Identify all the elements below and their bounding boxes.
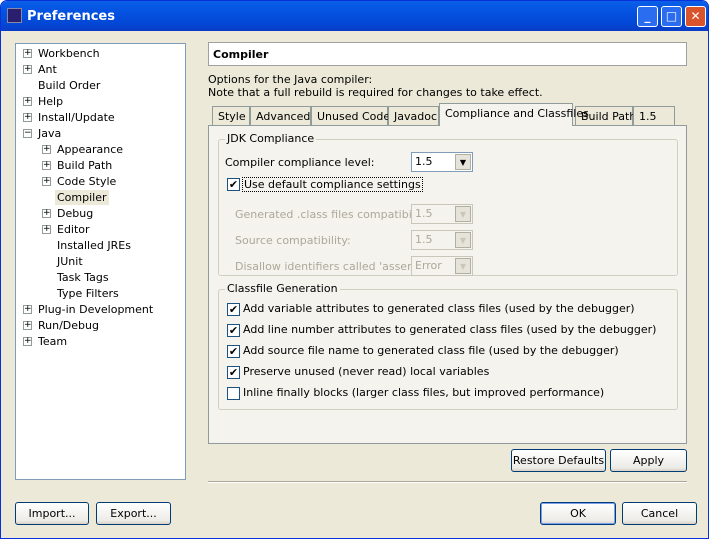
page-note: Note that a full rebuild is required for… (208, 86, 543, 99)
tab-panel: JDK Compliance Compiler compliance level… (208, 125, 687, 444)
option-checkbox[interactable]: ✔ (227, 303, 240, 316)
use-default-checkbox[interactable]: ✔ (227, 178, 240, 191)
option-label[interactable]: Add line number attributes to generated … (243, 323, 656, 336)
cancel-button[interactable]: Cancel (622, 502, 697, 525)
tree-item[interactable]: Install/Update (36, 110, 117, 125)
tree-item[interactable]: Help (36, 94, 65, 109)
compliance-level-select[interactable]: 1.5 ▼ (411, 152, 473, 172)
jdk-compliance-group: JDK Compliance Compiler compliance level… (218, 132, 678, 276)
expand-icon[interactable]: + (23, 321, 32, 330)
tree-item[interactable]: Compiler (55, 190, 109, 205)
tree-item[interactable]: Type Filters (55, 286, 121, 301)
select-value: 1.5 (415, 233, 433, 246)
source-compat-label: Source compatibility: (235, 234, 351, 247)
chevron-down-icon[interactable]: ▼ (455, 154, 471, 170)
option-checkbox[interactable]: ✔ (227, 366, 240, 379)
option-label[interactable]: Add variable attributes to generated cla… (243, 302, 635, 315)
restore-defaults-button[interactable]: Restore Defaults (511, 449, 606, 472)
tree-item[interactable]: Task Tags (55, 270, 111, 285)
preferences-window: Preferences _ □ ✕ + Workbench + Ant Build Or… (0, 0, 709, 539)
maximize-button[interactable]: □ (661, 6, 682, 27)
select-value: 1.5 (415, 155, 433, 168)
select-value: 1.5 (415, 207, 433, 220)
option-label[interactable]: Preserve unused (never read) local varia… (243, 365, 489, 378)
tree-item[interactable]: Team (36, 334, 69, 349)
tab-style[interactable]: Style (212, 106, 250, 125)
option-checkbox[interactable]: ✔ (227, 345, 240, 358)
generated-compat-select[interactable]: 1.5 ▼ (411, 204, 473, 224)
tree-item[interactable]: Ant (36, 62, 59, 77)
select-value: Error (415, 259, 442, 272)
classfile-generation-group: Classfile Generation ✔ Add variable attri… (218, 282, 678, 410)
expand-icon[interactable]: + (42, 145, 51, 154)
ok-button[interactable]: OK (540, 502, 616, 525)
tree-item[interactable]: Java (36, 126, 63, 141)
window-title: Preferences (27, 9, 115, 24)
collapse-icon[interactable]: − (23, 129, 32, 138)
tree-item[interactable]: Editor (55, 222, 92, 237)
expand-icon[interactable]: + (42, 161, 51, 170)
tree-item[interactable]: Build Order (36, 78, 102, 93)
tree-item[interactable]: Debug (55, 206, 95, 221)
divider (208, 481, 687, 483)
tree-item[interactable]: Workbench (36, 46, 102, 61)
expand-icon[interactable]: + (42, 209, 51, 218)
tree-item[interactable]: Code Style (55, 174, 118, 189)
chevron-down-icon: ▼ (455, 258, 471, 274)
preferences-tree[interactable]: + Workbench + Ant Build Order + Help + Install/U… (15, 43, 186, 480)
assert-label: Disallow identifiers called 'assert': (235, 260, 423, 273)
apply-button[interactable]: Apply (610, 449, 687, 472)
import-button[interactable]: Import... (15, 502, 89, 525)
close-button[interactable]: ✕ (685, 6, 706, 27)
expand-icon[interactable]: + (23, 97, 32, 106)
option-checkbox[interactable]: ✔ (227, 324, 240, 337)
eclipse-icon (7, 8, 22, 23)
expand-icon[interactable]: + (23, 65, 32, 74)
option-checkbox[interactable] (227, 387, 240, 400)
expand-icon[interactable]: + (23, 305, 32, 314)
tree-item[interactable]: Installed JREs (55, 238, 133, 253)
title-bar[interactable]: Preferences _ □ ✕ (1, 1, 708, 31)
tab-unused-code[interactable]: Unused Code (311, 106, 390, 125)
assert-select[interactable]: Error ▼ (411, 256, 473, 276)
group-legend: Classfile Generation (225, 282, 340, 295)
page-description: Options for the Java compiler: (208, 73, 373, 86)
tab-compliance-and-classfiles[interactable]: Compliance and Classfiles (439, 103, 589, 126)
tab-javadoc[interactable]: Javadoc (388, 106, 439, 125)
tree-item[interactable]: Plug-in Development (36, 302, 155, 317)
use-default-label[interactable]: Use default compliance settings (242, 177, 423, 192)
expand-icon[interactable]: + (42, 177, 51, 186)
generated-compat-label: Generated .class files compatibility: (235, 208, 432, 221)
compliance-level-label: Compiler compliance level: (225, 156, 375, 169)
expand-icon[interactable]: + (42, 225, 51, 234)
minimize-button[interactable]: _ (637, 6, 658, 27)
tree-item[interactable]: Appearance (55, 142, 125, 157)
group-legend: JDK Compliance (225, 132, 317, 145)
tree-item[interactable]: JUnit (55, 254, 85, 269)
tab-1-5[interactable]: 1.5 (633, 106, 675, 125)
chevron-down-icon: ▼ (455, 206, 471, 222)
tree-item[interactable]: Build Path (55, 158, 114, 173)
expand-icon[interactable]: + (23, 337, 32, 346)
page-title: Compiler (208, 42, 687, 66)
expand-icon[interactable]: + (23, 49, 32, 58)
option-label[interactable]: Add source file name to generated class … (243, 344, 619, 357)
source-compat-select[interactable]: 1.5 ▼ (411, 230, 473, 250)
expand-icon[interactable]: + (23, 113, 32, 122)
tab-advanced[interactable]: Advanced (250, 106, 311, 125)
export-button[interactable]: Export... (96, 502, 171, 525)
tree-item[interactable]: Run/Debug (36, 318, 101, 333)
option-label[interactable]: Inline finally blocks (larger class file… (243, 386, 604, 399)
chevron-down-icon: ▼ (455, 232, 471, 248)
